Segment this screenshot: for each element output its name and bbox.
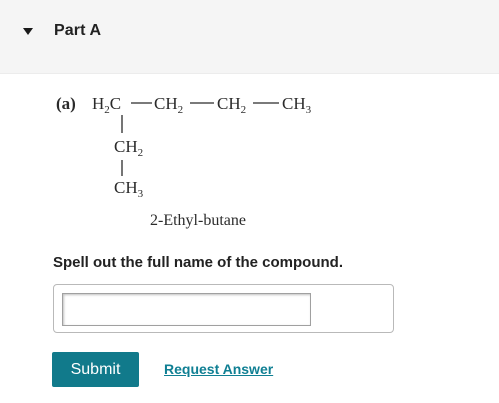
question-label: (a): [56, 94, 76, 113]
answer-container: [53, 284, 394, 333]
answer-input[interactable]: [62, 293, 311, 326]
formula-h2c: H2C: [92, 94, 121, 116]
caret-down-icon[interactable]: [23, 28, 33, 35]
question-prompt: Spell out the full name of the compound.: [53, 254, 343, 271]
formula-branch-ch2: CH2: [114, 137, 143, 159]
request-answer-link[interactable]: Request Answer: [164, 361, 273, 377]
formula-ch2-a: CH2: [154, 94, 183, 116]
formula-ch2-b: CH2: [217, 94, 246, 116]
part-header[interactable]: Part A: [0, 0, 499, 74]
part-title: Part A: [54, 22, 102, 39]
structure-caption: 2-Ethyl-butane: [150, 212, 246, 229]
submit-button[interactable]: Submit: [52, 352, 139, 387]
formula-ch3: CH3: [282, 94, 312, 116]
formula-branch-ch3: CH3: [114, 178, 144, 200]
